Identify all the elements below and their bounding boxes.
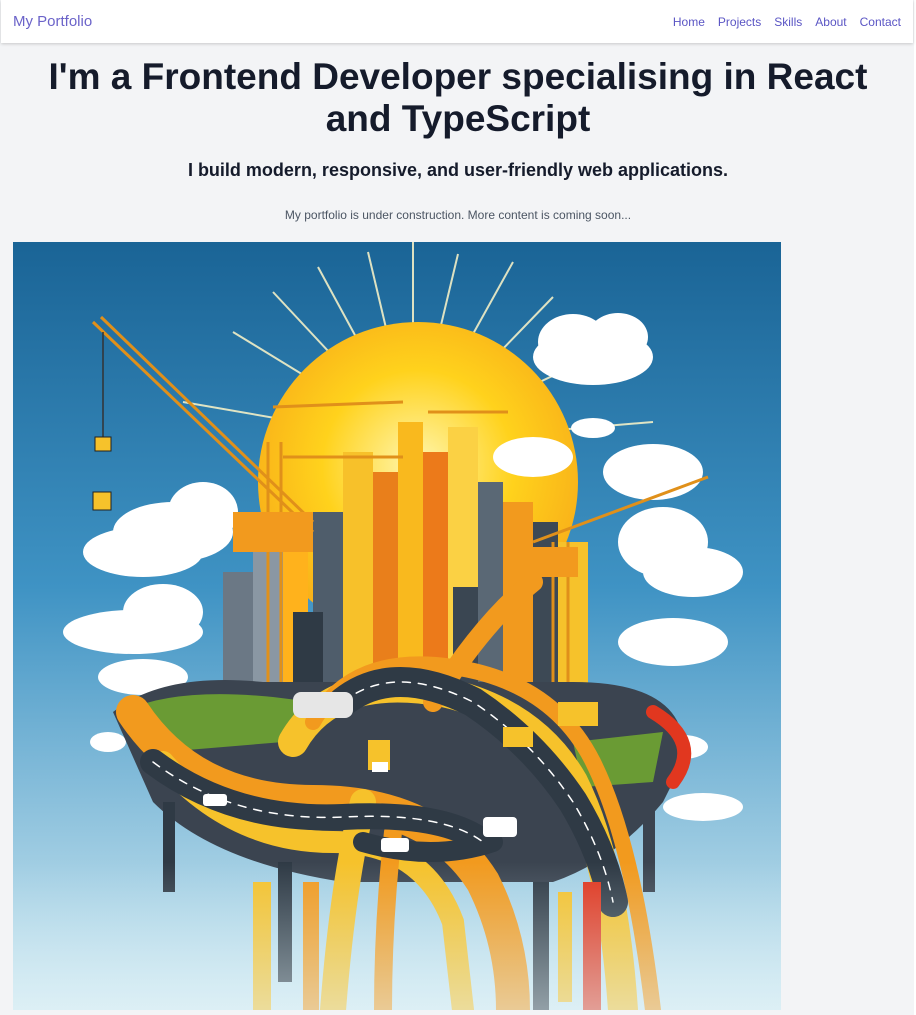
hero-title-line-2: and TypeScript xyxy=(325,98,591,139)
construction-notice: My portfolio is under construction. More… xyxy=(284,208,632,222)
page: My Portfolio Home Projects Skills About … xyxy=(0,0,916,1015)
nav-links: Home Projects Skills About Contact xyxy=(673,15,901,29)
city-construction-illustration xyxy=(13,242,781,1010)
hero-subtitle: I build modern, responsive, and user-fri… xyxy=(187,160,729,180)
hero-title-line-1: I'm a Frontend Developer specialising in… xyxy=(48,56,868,97)
nav-link-home[interactable]: Home xyxy=(673,15,705,29)
nav-link-contact[interactable]: Contact xyxy=(860,15,901,29)
nav-link-about[interactable]: About xyxy=(815,15,846,29)
hero-title: I'm a Frontend Developer specialising in… xyxy=(0,56,916,140)
nav-link-skills[interactable]: Skills xyxy=(774,15,802,29)
brand-link[interactable]: My Portfolio xyxy=(13,13,92,30)
navbar: My Portfolio Home Projects Skills About … xyxy=(1,0,913,43)
nav-link-projects[interactable]: Projects xyxy=(718,15,761,29)
